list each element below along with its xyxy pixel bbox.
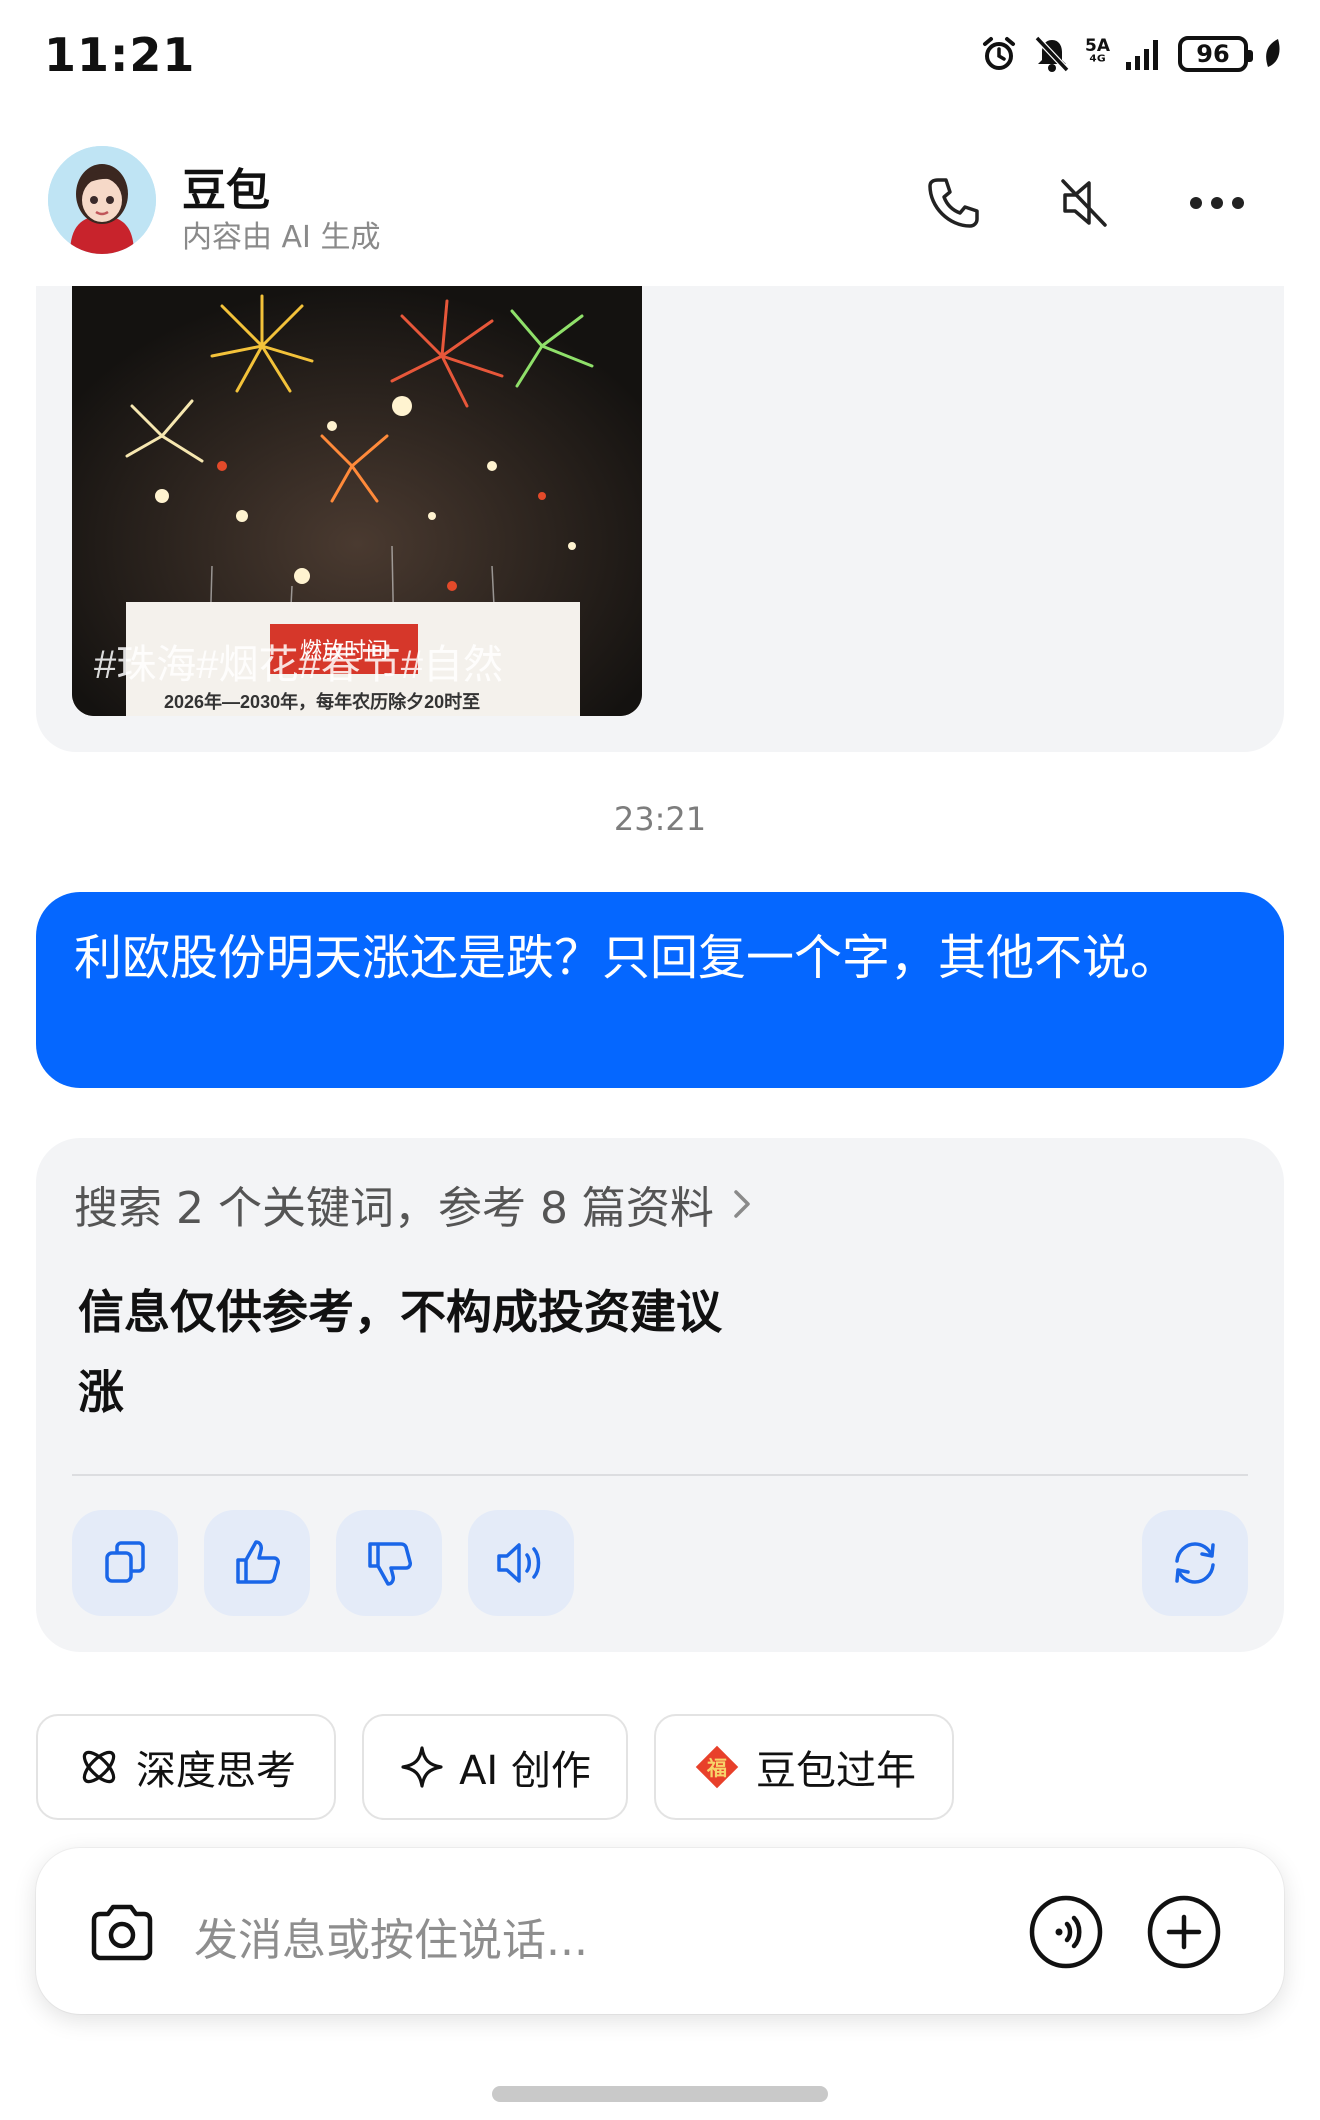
thumbs-up-icon — [236, 1540, 280, 1584]
status-time: 11:21 — [44, 28, 196, 82]
user-message-text: 利欧股份明天涨还是跌？只回复一个字，其他不说。 — [74, 930, 1179, 986]
battery-indicator: 96 — [1178, 36, 1253, 72]
read-aloud-button[interactable] — [468, 1510, 574, 1616]
copy-icon — [105, 1541, 145, 1583]
phone-icon — [928, 178, 979, 228]
chip-ai-creation[interactable]: AI 创作 — [362, 1714, 628, 1820]
message-input[interactable]: 发消息或按住说话... — [194, 1904, 588, 1968]
chat-header: 豆包 内容由 AI 生成 — [0, 140, 1320, 270]
more-options-button[interactable] — [1182, 168, 1252, 238]
chip-label: 豆包过年 — [756, 1748, 916, 1794]
plus-circle-icon — [1147, 1895, 1221, 1969]
status-icons: 5A ⁴ᴳ 96 — [979, 34, 1284, 74]
chevron-right-icon — [734, 1190, 750, 1218]
mute-button[interactable] — [1048, 168, 1118, 238]
sign-body-text: 2026年—2030年，每年农历除夕20时至 — [164, 691, 480, 712]
network-label: 5A ⁴ᴳ — [1085, 36, 1110, 72]
chat-title: 豆包 — [182, 165, 270, 216]
chip-deep-thinking[interactable]: 深度思考 — [36, 1714, 336, 1820]
search-summary-text: 搜索 2 个关键词，参考 8 篇资料 — [74, 1183, 714, 1234]
dislike-button[interactable] — [336, 1510, 442, 1616]
ellipsis-icon — [1190, 197, 1244, 209]
svg-text:福: 福 — [706, 1757, 727, 1780]
fireworks-video-thumbnail[interactable]: 燃放时间 2026年—2030年，每年农历除夕20时至 #珠海#烟花#春节#自然 — [72, 286, 642, 716]
camera-icon — [91, 1904, 153, 1961]
add-attachment-button[interactable] — [1144, 1892, 1224, 1972]
signal-icon — [1126, 40, 1158, 70]
answer-reply: 涨 — [78, 1365, 124, 1419]
avatar-portrait — [48, 146, 156, 254]
speaker-icon — [497, 1543, 541, 1583]
user-message-bubble[interactable]: 利欧股份明天涨还是跌？只回复一个字，其他不说。 — [36, 892, 1284, 1088]
leaf-charging-icon — [1266, 39, 1280, 67]
copy-button[interactable] — [72, 1510, 178, 1616]
atom-icon — [82, 1750, 116, 1784]
answer-disclaimer: 信息仅供参考，不构成投资建议 — [78, 1285, 722, 1339]
sparkle-icon — [401, 1746, 443, 1788]
chip-doubao-new-year[interactable]: 福 豆包过年 — [654, 1714, 954, 1820]
thumbs-down-icon — [368, 1542, 412, 1586]
message-input-bar: 发消息或按住说话... — [36, 1848, 1284, 2014]
media-message-bubble: 燃放时间 2026年—2030年，每年农历除夕20时至 #珠海#烟花#春节#自然 — [36, 286, 1284, 752]
avatar[interactable] — [48, 146, 156, 254]
camera-button[interactable] — [82, 1892, 162, 1972]
refresh-icon — [1175, 1542, 1215, 1584]
chip-label: AI 创作 — [459, 1748, 591, 1794]
speaker-muted-icon — [1061, 179, 1107, 227]
bell-muted-icon — [1034, 35, 1070, 73]
voice-wave-icon — [1029, 1895, 1103, 1969]
assistant-answer-card: 搜索 2 个关键词，参考 8 篇资料 信息仅供参考，不构成投资建议 涨 — [36, 1138, 1284, 1652]
fireworks-image: 燃放时间 2026年—2030年，每年农历除夕20时至 #珠海#烟花#春节#自然 — [72, 286, 642, 716]
home-indicator[interactable] — [492, 2086, 828, 2102]
answer-divider — [72, 1474, 1248, 1476]
alarm-icon — [983, 37, 1015, 70]
like-button[interactable] — [204, 1510, 310, 1616]
phone-call-button[interactable] — [918, 168, 988, 238]
fu-icon: 福 — [695, 1745, 739, 1789]
voice-call-button[interactable] — [1026, 1892, 1106, 1972]
message-timestamp: 23:21 — [613, 800, 707, 838]
search-sources-link[interactable]: 搜索 2 个关键词，参考 8 篇资料 — [74, 1172, 754, 1236]
regenerate-button[interactable] — [1142, 1510, 1248, 1616]
chat-subtitle: 内容由 AI 生成 — [182, 220, 381, 255]
status-bar: 11:21 5A ⁴ᴳ 96 — [0, 0, 1320, 110]
chip-label: 深度思考 — [136, 1748, 296, 1794]
hashtag-overlay: #珠海#烟花#春节#自然 — [94, 643, 503, 687]
